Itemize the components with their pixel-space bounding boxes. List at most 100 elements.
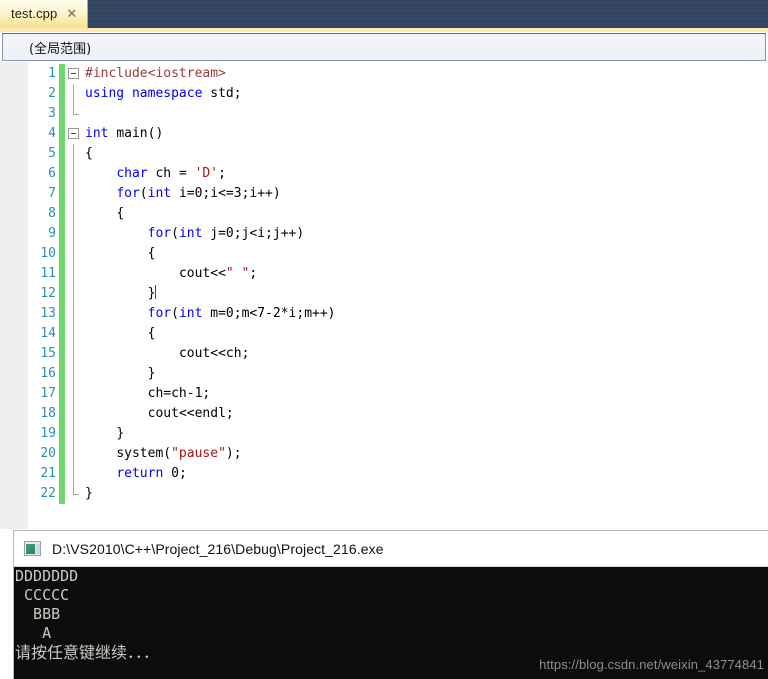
code-line[interactable]: 15 cout<<ch; bbox=[0, 344, 768, 364]
line-number: 22 bbox=[40, 486, 56, 501]
line-number: 13 bbox=[40, 306, 56, 321]
code-text: char ch = 'D'; bbox=[116, 166, 226, 181]
code-text: cout<<" "; bbox=[178, 266, 258, 281]
outlining-column[interactable] bbox=[65, 464, 85, 484]
line-number: 18 bbox=[40, 406, 56, 421]
code-line[interactable]: 8 { bbox=[0, 204, 768, 224]
code-line[interactable]: 14 { bbox=[0, 324, 768, 344]
console-output-line: A bbox=[15, 624, 52, 642]
code-text: { bbox=[85, 146, 93, 161]
line-number: 21 bbox=[40, 466, 56, 481]
code-line[interactable]: 17 ch=ch-1; bbox=[0, 384, 768, 404]
code-line-list: 1 #include<iostream> 2 using namespace std;… bbox=[0, 64, 768, 504]
outlining-column[interactable] bbox=[65, 424, 85, 444]
outlining-guide-line bbox=[73, 204, 74, 224]
code-text: } bbox=[147, 285, 157, 301]
outlining-column[interactable] bbox=[65, 264, 85, 284]
code-line[interactable]: 12 } bbox=[0, 284, 768, 304]
outlining-column[interactable] bbox=[65, 304, 85, 324]
collapse-minus-icon[interactable] bbox=[68, 68, 79, 79]
outlining-column[interactable] bbox=[65, 184, 85, 204]
line-number: 15 bbox=[40, 346, 56, 361]
console-title-label: D:\VS2010\C++\Project_216\Debug\Project_… bbox=[52, 540, 384, 557]
outlining-guide-line bbox=[73, 264, 74, 284]
scope-label: (全局范围) bbox=[29, 41, 92, 57]
console-output-line: DDDDDDD bbox=[15, 567, 79, 585]
code-line[interactable]: 16 } bbox=[0, 364, 768, 384]
outlining-guide-line bbox=[73, 84, 74, 104]
outlining-column[interactable] bbox=[65, 124, 85, 144]
code-line[interactable]: 10 { bbox=[0, 244, 768, 264]
line-number: 8 bbox=[48, 206, 56, 221]
code-line[interactable]: 1 #include<iostream> bbox=[0, 64, 768, 84]
outlining-column[interactable] bbox=[65, 104, 85, 124]
outlining-column[interactable] bbox=[65, 344, 85, 364]
outlining-guide-line bbox=[73, 424, 74, 444]
console-window[interactable]: D:\VS2010\C++\Project_216\Debug\Project_… bbox=[14, 531, 768, 679]
line-number: 4 bbox=[48, 126, 56, 141]
line-number: 9 bbox=[48, 226, 56, 241]
code-line[interactable]: 20 system("pause"); bbox=[0, 444, 768, 464]
code-text: return 0; bbox=[116, 466, 187, 481]
outlining-column[interactable] bbox=[65, 444, 85, 464]
editor-tab-strip: test.cpp ✕ bbox=[0, 0, 768, 28]
code-line[interactable]: 5{ bbox=[0, 144, 768, 164]
console-output-line: BBB bbox=[15, 605, 61, 623]
outlining-column[interactable] bbox=[65, 64, 85, 84]
code-line[interactable]: 6 char ch = 'D'; bbox=[0, 164, 768, 184]
outlining-column[interactable] bbox=[65, 384, 85, 404]
code-text: cout<<ch; bbox=[178, 346, 250, 361]
outlining-guide-line bbox=[73, 184, 74, 204]
close-icon[interactable]: ✕ bbox=[66, 0, 77, 28]
outlining-guide-line bbox=[73, 464, 74, 484]
console-title-bar[interactable]: D:\VS2010\C++\Project_216\Debug\Project_… bbox=[14, 531, 768, 567]
line-number: 19 bbox=[40, 426, 56, 441]
scope-selector[interactable]: (全局范围) bbox=[2, 33, 766, 61]
code-text: } bbox=[85, 486, 93, 501]
line-number: 5 bbox=[48, 146, 56, 161]
outlining-column[interactable] bbox=[65, 84, 85, 104]
tab-accent-underline bbox=[0, 28, 768, 32]
outlining-column[interactable] bbox=[65, 284, 85, 304]
code-editor[interactable]: 1 #include<iostream> 2 using namespace std;… bbox=[0, 62, 768, 529]
outlining-guide-line bbox=[73, 344, 74, 364]
code-line[interactable]: 21 return 0; bbox=[0, 464, 768, 484]
outlining-column[interactable] bbox=[65, 244, 85, 264]
code-line[interactable]: 19 } bbox=[0, 424, 768, 444]
line-number: 6 bbox=[48, 166, 56, 181]
console-output-line: CCCCC bbox=[15, 586, 70, 604]
outlining-column[interactable] bbox=[65, 364, 85, 384]
outlining-guide-line bbox=[73, 104, 79, 115]
tab-test-cpp[interactable]: test.cpp ✕ bbox=[0, 0, 89, 28]
outlining-column[interactable] bbox=[65, 144, 85, 164]
outlining-guide-line bbox=[73, 244, 74, 264]
outlining-guide-line bbox=[73, 324, 74, 344]
outlining-column[interactable] bbox=[65, 224, 85, 244]
outlining-guide-line bbox=[73, 484, 79, 495]
code-text: } bbox=[116, 426, 125, 441]
outlining-column[interactable] bbox=[65, 204, 85, 224]
code-text: ch=ch-1; bbox=[147, 386, 211, 401]
outlining-guide-line bbox=[73, 404, 74, 424]
code-line[interactable]: 3 bbox=[0, 104, 768, 124]
line-number: 14 bbox=[40, 326, 56, 341]
code-text: { bbox=[147, 326, 156, 341]
code-text: } bbox=[147, 366, 156, 381]
outlining-column[interactable] bbox=[65, 404, 85, 424]
code-line[interactable]: 11 cout<<" "; bbox=[0, 264, 768, 284]
code-line[interactable]: 22} bbox=[0, 484, 768, 504]
visual-studio-window: test.cpp ✕ (全局范围) 1 #include<iostream> 2 us… bbox=[0, 0, 768, 679]
line-number: 10 bbox=[40, 246, 56, 261]
code-line[interactable]: 4 int main() bbox=[0, 124, 768, 144]
code-line[interactable]: 2 using namespace std; bbox=[0, 84, 768, 104]
outlining-column[interactable] bbox=[65, 324, 85, 344]
collapse-minus-icon[interactable] bbox=[68, 128, 79, 139]
code-line[interactable]: 13 for(int m=0;m<7-2*i;m++) bbox=[0, 304, 768, 324]
code-line[interactable]: 9 for(int j=0;j<i;j++) bbox=[0, 224, 768, 244]
code-line[interactable]: 7 for(int i=0;i<=3;i++) bbox=[0, 184, 768, 204]
outlining-column[interactable] bbox=[65, 484, 85, 504]
tab-label: test.cpp bbox=[11, 6, 58, 21]
line-number: 12 bbox=[40, 286, 56, 301]
code-line[interactable]: 18 cout<<endl; bbox=[0, 404, 768, 424]
outlining-column[interactable] bbox=[65, 164, 85, 184]
